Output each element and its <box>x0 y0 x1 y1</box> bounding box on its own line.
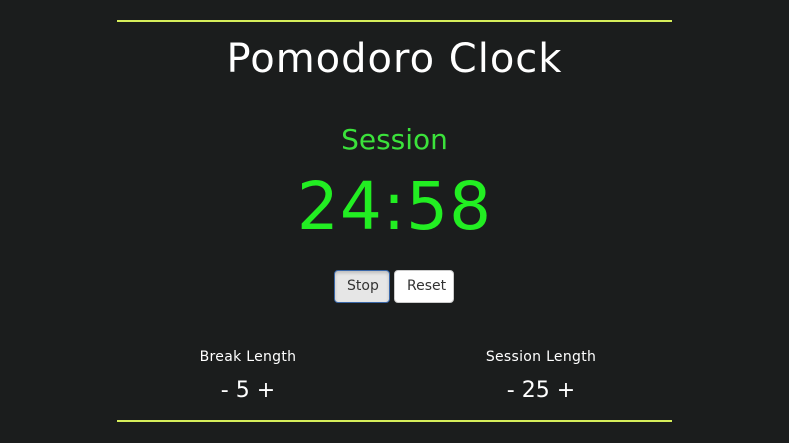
app-title: Pomodoro Clock <box>226 36 563 82</box>
session-increment-button[interactable]: + <box>557 378 575 403</box>
break-length-value: 5 <box>235 378 250 403</box>
session-length-label: Session Length <box>485 349 597 365</box>
break-length-controls: - 5 + <box>148 378 348 404</box>
session-decrement-button[interactable]: - <box>507 378 515 403</box>
break-increment-button[interactable]: + <box>257 378 275 403</box>
reset-button[interactable]: Reset <box>394 270 454 303</box>
top-divider <box>117 20 672 22</box>
session-length-controls: - 25 + <box>441 378 641 404</box>
timer-display: 24:58 <box>296 168 493 245</box>
timer-mode-label: Session <box>341 123 448 156</box>
session-length-panel: Session Length - 25 + <box>441 346 641 404</box>
stop-button[interactable]: Stop <box>334 270 390 303</box>
break-length-label: Break Length <box>199 349 297 365</box>
bottom-divider <box>117 420 672 422</box>
session-length-value: 25 <box>521 378 550 403</box>
break-length-panel: Break Length - 5 + <box>148 346 348 404</box>
timer-controls: Stop Reset <box>334 270 454 303</box>
break-decrement-button[interactable]: - <box>221 378 229 403</box>
